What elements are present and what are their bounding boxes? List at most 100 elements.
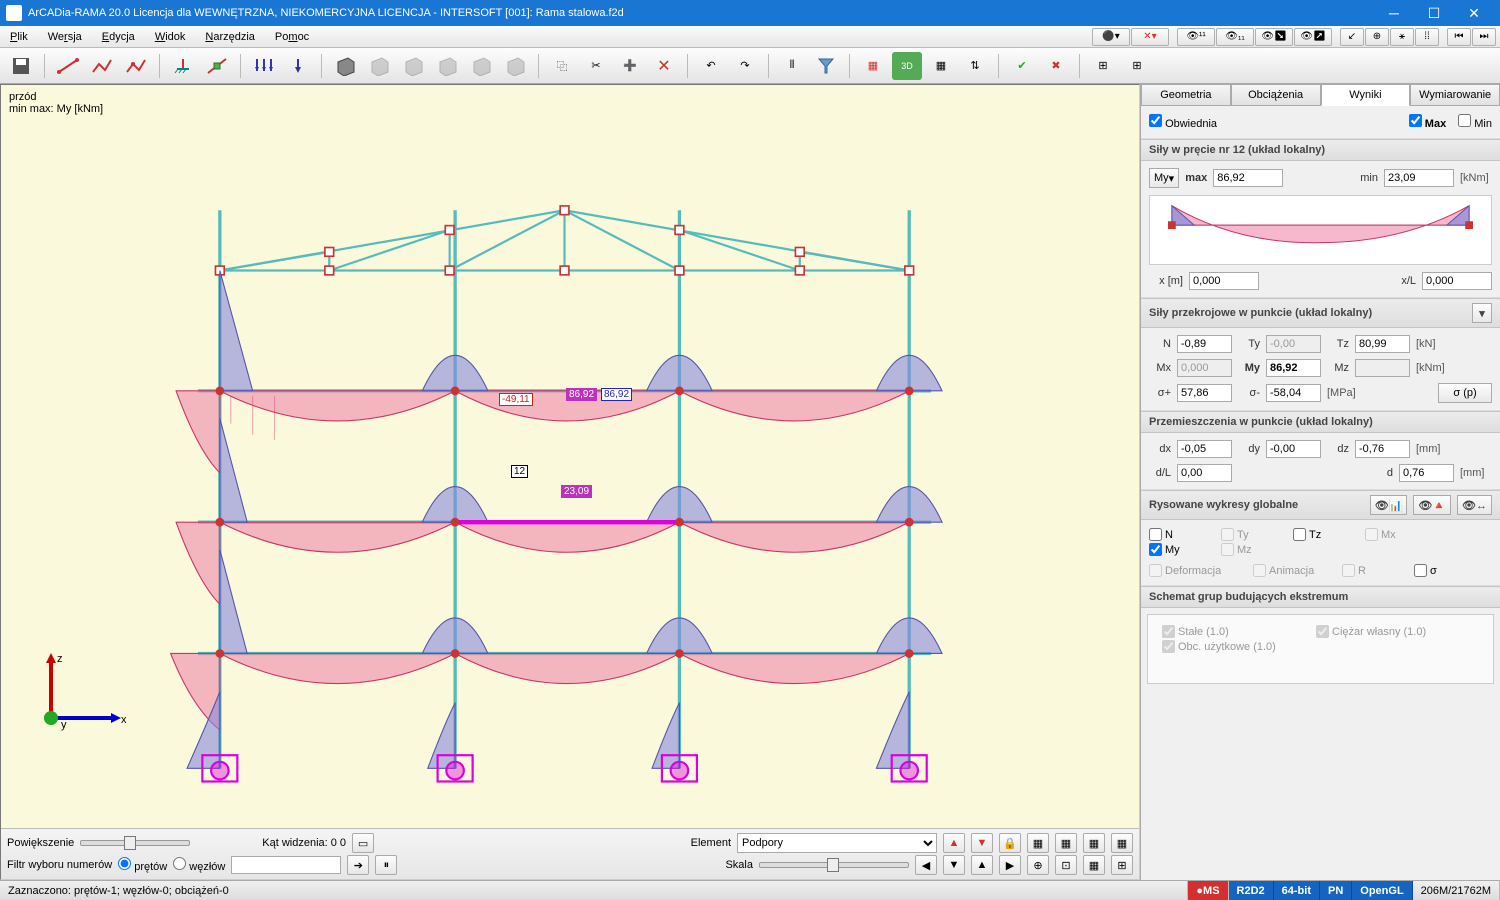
dx-val[interactable] xyxy=(1177,440,1232,458)
snap-2[interactable]: ⊕ xyxy=(1365,28,1389,46)
Tz-val[interactable] xyxy=(1355,335,1410,353)
sm-val[interactable] xyxy=(1266,384,1321,402)
radio-wezlow[interactable]: węzłów xyxy=(173,857,225,873)
x-value[interactable] xyxy=(1189,272,1259,290)
tgt-1[interactable]: ⊕ xyxy=(1027,855,1049,875)
status-pn[interactable]: PN xyxy=(1320,881,1352,900)
nav-d[interactable]: ▼ xyxy=(943,855,965,875)
view-btn-4[interactable]: 👁₁₁ xyxy=(1216,28,1254,46)
tgt-3[interactable]: ▦ xyxy=(1083,855,1105,875)
xl-value[interactable] xyxy=(1422,272,1492,290)
rys-btn-3[interactable]: 👁↔ xyxy=(1457,495,1492,515)
tool-bar-2[interactable] xyxy=(87,52,117,80)
status-64bit[interactable]: 64-bit xyxy=(1274,881,1320,900)
tool-cut[interactable]: ✂ xyxy=(581,52,611,80)
snap-3[interactable]: ⚹ xyxy=(1390,28,1414,46)
menu-widok[interactable]: Widok xyxy=(145,28,196,46)
ck-Mz[interactable]: Mz xyxy=(1221,543,1279,556)
up-btn[interactable]: ▲ xyxy=(943,833,965,853)
angle-btn[interactable]: ▭ xyxy=(352,833,374,853)
rys-btn-2[interactable]: 👁🔺 xyxy=(1413,495,1451,515)
tab-wyniki[interactable]: Wyniki xyxy=(1321,84,1411,106)
tool-3d-5[interactable] xyxy=(466,52,496,80)
nav-next[interactable]: ⏭ xyxy=(1472,28,1496,46)
snap-4[interactable]: ⁞⁞ xyxy=(1415,28,1439,46)
tool-redo[interactable]: ↷ xyxy=(730,52,760,80)
tab-geometria[interactable]: Geometria xyxy=(1141,84,1231,106)
chk-max[interactable]: Max xyxy=(1409,114,1446,130)
filter-input[interactable] xyxy=(231,856,341,874)
tab-wymiarowanie[interactable]: Wymiarowanie xyxy=(1410,84,1500,106)
radio-pretow[interactable]: prętów xyxy=(118,857,167,873)
ck-sig[interactable]: σ xyxy=(1414,564,1472,577)
filter-pause[interactable]: ⏸ xyxy=(375,855,397,875)
nav-u[interactable]: ▲ xyxy=(971,855,993,875)
tool-load-2[interactable] xyxy=(283,52,313,80)
tool-load-1[interactable] xyxy=(249,52,279,80)
tool-bar-3[interactable] xyxy=(121,52,151,80)
tool-delete[interactable]: ✕ xyxy=(649,52,679,80)
menu-wersja[interactable]: Wersja xyxy=(38,28,92,46)
dy-val[interactable] xyxy=(1266,440,1321,458)
tool-3d-6[interactable] xyxy=(500,52,530,80)
ck-Ty[interactable]: Ty xyxy=(1221,528,1279,541)
ck-R[interactable]: R xyxy=(1342,564,1400,577)
view-btn-2[interactable]: ✕▾ xyxy=(1131,28,1169,46)
dL-val[interactable] xyxy=(1177,464,1232,482)
tool-settings[interactable]: ⇅ xyxy=(960,52,990,80)
My-val[interactable] xyxy=(1266,359,1321,377)
tool-check[interactable]: ✔ xyxy=(1007,52,1037,80)
force-type-dd[interactable]: My ▾ xyxy=(1149,168,1179,188)
status-opengl[interactable]: OpenGL xyxy=(1352,881,1412,900)
minimize-button[interactable]: ─ xyxy=(1374,0,1414,26)
scale-slider[interactable] xyxy=(759,862,909,868)
nav-r[interactable]: ▶ xyxy=(999,855,1021,875)
ck-def[interactable]: Deformacja xyxy=(1149,564,1239,577)
tool-copy[interactable]: ⿻ xyxy=(547,52,577,80)
filter-go[interactable]: ➔ xyxy=(347,855,369,875)
tool-calc-2[interactable]: ⊞ xyxy=(1122,52,1152,80)
max-value[interactable] xyxy=(1213,169,1283,187)
moment-graph[interactable] xyxy=(1149,195,1492,265)
section-dd[interactable]: ▾ xyxy=(1472,303,1492,323)
ck-My[interactable]: My xyxy=(1149,543,1207,556)
tool-funnel[interactable] xyxy=(811,52,841,80)
down-btn[interactable]: ▼ xyxy=(971,833,993,853)
ck-anim[interactable]: Animacja xyxy=(1253,564,1328,577)
tgt-2[interactable]: ⊡ xyxy=(1055,855,1077,875)
d-val[interactable] xyxy=(1399,464,1454,482)
viewport[interactable]: przód min max: My [kNm] xyxy=(0,84,1140,880)
status-ms[interactable]: ● MS xyxy=(1188,881,1228,900)
dz-val[interactable] xyxy=(1355,440,1410,458)
element-select[interactable]: Podpory xyxy=(737,833,937,853)
ck-N[interactable]: N xyxy=(1149,528,1207,541)
tab-obciazenia[interactable]: Obciążenia xyxy=(1231,84,1321,106)
tool-3d-3[interactable] xyxy=(398,52,428,80)
tgt-4[interactable]: ⊞ xyxy=(1111,855,1133,875)
tool-support[interactable] xyxy=(168,52,198,80)
rys-btn-1[interactable]: 👁📊 xyxy=(1370,495,1408,515)
tool-3d-view[interactable]: 3D xyxy=(892,52,922,80)
menu-plik[interactable]: Plik xyxy=(0,28,38,46)
zoom-slider[interactable] xyxy=(80,840,190,846)
nav-l[interactable]: ◀ xyxy=(915,855,937,875)
status-r2d2[interactable]: R2D2 xyxy=(1229,881,1274,900)
maximize-button[interactable]: ☐ xyxy=(1414,0,1454,26)
snap-1[interactable]: ↙ xyxy=(1340,28,1364,46)
grid-c[interactable]: ▦ xyxy=(1083,833,1105,853)
tool-table[interactable]: ▦ xyxy=(858,52,888,80)
tool-calc-1[interactable]: ⊞ xyxy=(1088,52,1118,80)
tool-3d-2[interactable] xyxy=(364,52,394,80)
menu-narzedzia[interactable]: Narzędzia xyxy=(195,28,265,46)
grid-b[interactable]: ▦ xyxy=(1055,833,1077,853)
chk-obwiednia[interactable]: Obwiednia xyxy=(1149,114,1217,130)
tool-3d-1[interactable] xyxy=(330,52,360,80)
sigma-btn[interactable]: σ (p) xyxy=(1438,383,1492,403)
grid-a[interactable]: ▦ xyxy=(1027,833,1049,853)
lock-btn[interactable]: 🔒 xyxy=(999,833,1021,853)
view-btn-1[interactable]: ⚫▾ xyxy=(1092,28,1130,46)
ck-Mx[interactable]: Mx xyxy=(1365,528,1423,541)
tool-cross[interactable]: ✖ xyxy=(1041,52,1071,80)
min-value[interactable] xyxy=(1384,169,1454,187)
tool-paste[interactable]: ➕ xyxy=(615,52,645,80)
